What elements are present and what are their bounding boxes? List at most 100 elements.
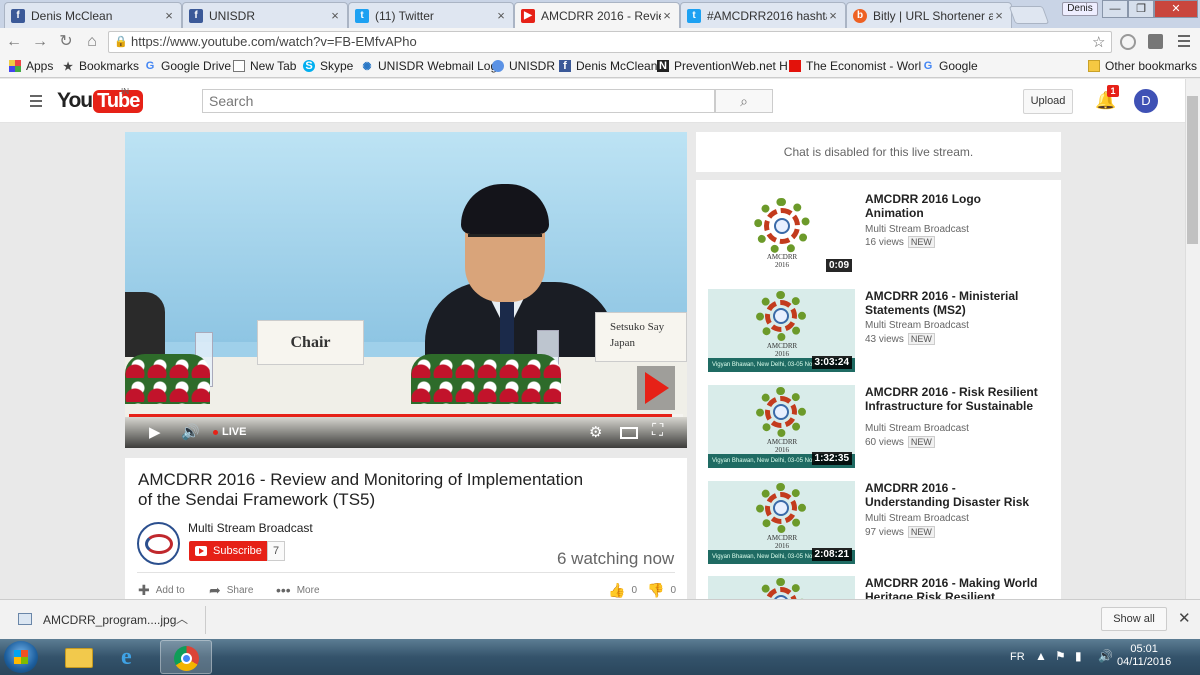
tray-show-hidden-icon[interactable]: ▲ [1035,649,1047,663]
bookmark-label: UNISDR Webmail Log [378,59,498,73]
play-icon[interactable]: ▶ [149,423,161,441]
search-button[interactable]: ⌕ [715,89,773,113]
related-title[interactable]: AMCDRR 2016 - Making World Heritage Risk… [865,576,1040,600]
upload-button[interactable]: Upload [1023,89,1073,114]
related-video-item[interactable]: AMCDRR 2016 Vigyan Bhawan, New Delhi, 03-… [708,481,1058,565]
share-button[interactable]: ➦ Share [209,582,253,599]
tray-volume-icon[interactable]: 🔊 [1098,649,1113,663]
search-input[interactable]: Search [202,89,715,113]
profile-name[interactable]: Denis [1062,2,1098,16]
home-icon[interactable]: ⌂ [82,32,102,52]
dislike-button[interactable]: 👎 0 [647,582,676,599]
new-tab-button[interactable] [1008,6,1050,24]
bookmark-star-icon[interactable]: ☆ [1092,33,1105,51]
channel-avatar[interactable] [137,522,180,565]
channel-name[interactable]: Multi Stream Broadcast [188,521,313,535]
related-video-item[interactable]: AMCDRR 2016 Vigyan Bhawan, New Delhi, 03-… [708,385,1058,469]
close-tab-icon[interactable]: × [993,8,1005,23]
bookmark-new-tab[interactable]: New Tab [233,59,296,73]
forward-arrow-icon[interactable]: → [30,32,50,52]
video-progress-fill[interactable] [129,414,672,417]
tray-flag-icon[interactable]: ⚑ [1055,649,1066,663]
volume-icon[interactable]: 🔊 [181,423,200,441]
input-language[interactable]: FR [1010,651,1025,663]
skype-extension-icon[interactable] [1120,34,1136,50]
related-channel: Multi Stream Broadcast [865,224,969,235]
amcdrr-logo-icon [756,578,806,600]
tab-twitter[interactable]: t (11) Twitter × [348,2,514,28]
related-title[interactable]: AMCDRR 2016 - Understanding Disaster Ris… [865,481,1040,509]
tab-bitly[interactable]: b Bitly | URL Shortener and × [846,2,1012,28]
clock[interactable]: 05:01 04/11/2016 [1117,643,1171,669]
close-icon[interactable]: ✕ [1178,609,1191,627]
chevron-up-icon[interactable]: ︿ [176,610,188,627]
like-button[interactable]: 👍 0 [608,582,637,599]
tab-amcdrr-youtube[interactable]: ▶ AMCDRR 2016 - Review × [514,2,680,28]
clock-time: 05:01 [1130,643,1158,655]
bookmark-apps[interactable]: Apps [9,59,53,73]
close-tab-icon[interactable]: × [329,8,341,23]
bookmark-unisdr-webmail[interactable]: ✺ UNISDR Webmail Log [361,59,497,73]
back-arrow-icon[interactable]: ← [4,32,24,52]
video-thumbnail[interactable]: AMCDRR 2016 0:09 [708,192,855,275]
next-video-icon[interactable] [645,372,669,404]
menu-icon[interactable] [1176,33,1192,49]
bookmark-google[interactable]: G Google [922,59,978,73]
taskbar-explorer[interactable] [54,640,106,674]
bookmark-bookmarks[interactable]: ★ Bookmarks [62,59,139,73]
guide-menu-icon[interactable] [30,95,42,107]
scrollbar-thumb[interactable] [1187,96,1198,244]
thumb-emblem-text: AMCDRR [766,253,798,261]
tab-unisdr[interactable]: f UNISDR × [182,2,348,28]
window-close-button[interactable]: ✕ [1154,0,1198,18]
related-title[interactable]: AMCDRR 2016 - Ministerial Statements (MS… [865,289,1040,317]
address-bar[interactable]: https://www.youtube.com/watch?v=FB-EMfvA… [108,31,1112,53]
other-bookmarks[interactable]: Other bookmarks [1088,59,1197,73]
related-title[interactable]: AMCDRR 2016 Logo Animation [865,192,1040,220]
more-button[interactable]: ••• More [276,582,320,598]
taskbar-internet-explorer[interactable]: e [108,640,160,674]
taskbar: e FR ▲ ⚑ ▮ 🔊 05:01 04/11/2016 [0,639,1200,675]
tab-denis-mcclean[interactable]: f Denis McClean × [4,2,182,28]
avatar[interactable]: D [1134,89,1158,113]
tray-network-icon[interactable]: ▮ [1075,649,1082,663]
show-all-button[interactable]: Show all [1101,607,1167,631]
related-title[interactable]: AMCDRR 2016 - Risk Resilient Infrastruct… [865,385,1040,413]
theater-mode-icon[interactable] [620,427,638,439]
bookmark-economist[interactable]: The Economist - Worl [789,59,921,73]
related-video-item[interactable]: AMCDRR 2016 Vigyan Bhawan, New Delhi, 03-… [708,289,1058,373]
restore-button[interactable]: ❐ [1128,0,1154,18]
youtube-logo[interactable]: You Tube IN [57,87,144,113]
add-to-button[interactable]: ✚ Add to [138,582,185,599]
download-file-name[interactable]: AMCDRR_program....jpg [43,613,176,627]
subscribe-button[interactable]: Subscribe [189,541,270,561]
settings-gear-icon[interactable]: ⚙ [589,423,602,441]
minimize-button[interactable]: — [1102,0,1128,18]
video-thumbnail[interactable]: AMCDRR 2016 Vigyan Bhawan, New Delhi, 03-… [708,385,855,468]
bookmark-denis-mcclean[interactable]: f Denis McClean [559,59,657,73]
bookmark-preventionweb[interactable]: N PreventionWeb.net H [657,59,788,73]
video-player[interactable]: Chair Setsuko Say Japan ▶ 🔊 LIVE ⚙ ⛶ [125,132,687,448]
close-tab-icon[interactable]: × [495,8,507,23]
start-button[interactable] [4,641,38,673]
video-thumbnail[interactable]: AMCDRR 2016 Vigyan Bhawan, New Delhi, 03-… [708,481,855,564]
page-icon [233,60,245,72]
related-videos: AMCDRR 2016 0:09 AMCDRR 2016 Logo Animati… [696,180,1061,600]
video-thumbnail[interactable]: AMCDRR 2016 Vigyan Bhawan, New Delhi, 03-… [708,289,855,372]
bookmark-unisdr[interactable]: UNISDR [492,59,555,73]
fullscreen-icon[interactable]: ⛶ [652,422,663,440]
folder-icon [1088,60,1100,72]
close-tab-icon[interactable]: × [827,8,839,23]
close-tab-icon[interactable]: × [661,8,673,23]
video-thumbnail[interactable] [708,576,855,600]
close-tab-icon[interactable]: × [163,8,175,23]
related-video-item[interactable]: AMCDRR 2016 0:09 AMCDRR 2016 Logo Animati… [708,192,1058,276]
taskbar-chrome[interactable] [160,640,212,674]
bookmark-google-drive[interactable]: G Google Drive [144,59,231,73]
bookmark-skype[interactable]: S Skype [303,59,353,73]
related-video-item[interactable]: AMCDRR 2016 - Making World Heritage Risk… [708,576,1058,600]
extension-icon[interactable] [1148,34,1163,49]
reload-icon[interactable]: ↻ [56,32,76,52]
tab-amcdrr-hashtag[interactable]: t #AMCDRR2016 hashtag × [680,2,846,28]
twitter-icon: t [687,8,701,23]
